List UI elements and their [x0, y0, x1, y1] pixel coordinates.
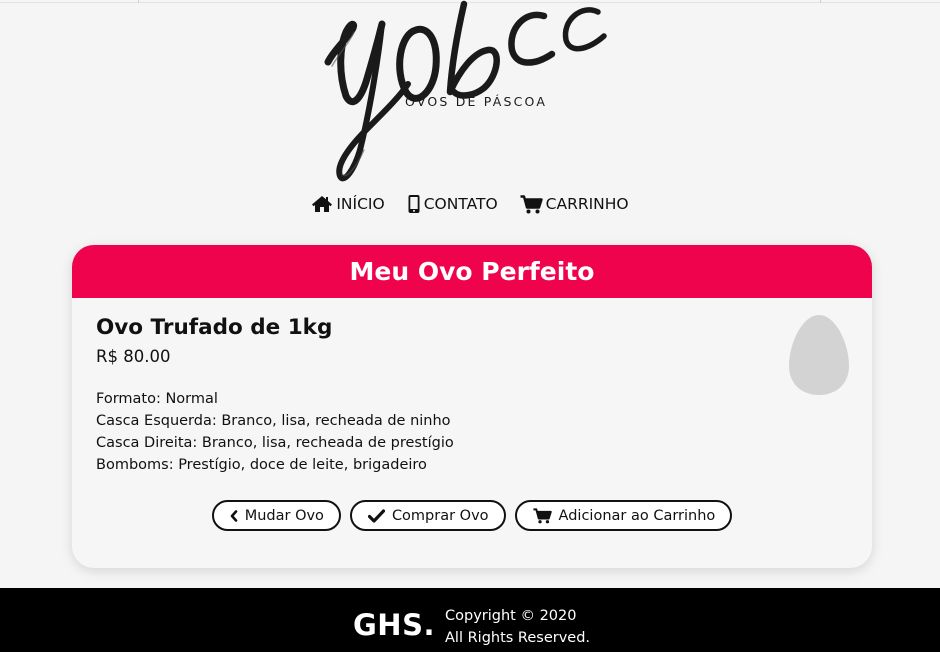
top-border-tick — [138, 0, 139, 3]
buy-egg-label: Comprar Ovo — [391, 507, 489, 524]
spec-bonbons: Bomboms: Prestígio, doce de leite, briga… — [96, 457, 427, 473]
home-icon — [312, 196, 333, 212]
cart-icon — [520, 194, 543, 213]
product-card: Meu Ovo Perfeito Ovo Trufado de 1kg R$ 8… — [72, 245, 872, 568]
main-nav: INÍCIO CONTATO CARRINHO — [0, 194, 940, 214]
add-to-cart-label: Adicionar ao Carrinho — [558, 507, 716, 524]
nav-item-contato[interactable]: CONTATO — [407, 194, 498, 214]
chevron-left-icon — [230, 509, 238, 522]
nav-item-inicio[interactable]: INÍCIO — [311, 194, 385, 214]
card-title: Meu Ovo Perfeito — [72, 245, 872, 298]
product-price: R$ 80.00 — [96, 347, 171, 366]
product-specs: Formato: Normal Casca Esquerda: Branco, … — [96, 388, 454, 476]
product-name: Ovo Trufado de 1kg — [96, 315, 333, 340]
nav-item-label: CONTATO — [423, 195, 498, 213]
buy-egg-button[interactable]: Comprar Ovo — [349, 500, 506, 531]
copyright-text: Copyright © 2020 — [445, 608, 577, 624]
cart-icon — [532, 507, 552, 523]
card-actions: Mudar Ovo Comprar Ovo Adicionar ao Carri… — [72, 500, 872, 531]
change-egg-label: Mudar Ovo — [244, 507, 324, 524]
change-egg-button[interactable]: Mudar Ovo — [211, 500, 341, 531]
check-icon — [367, 508, 385, 523]
nav-item-label: INÍCIO — [336, 195, 385, 213]
add-to-cart-button[interactable]: Adicionar ao Carrinho — [514, 500, 733, 531]
top-border-tick — [820, 0, 821, 3]
footer: GHS. Copyright © 2020 All Rights Reserve… — [0, 588, 940, 652]
spec-right-shell: Casca Direita: Branco, lisa, recheada de… — [96, 435, 454, 451]
smartphone-icon — [408, 195, 420, 213]
egg-preview-image — [789, 315, 849, 395]
brand-tagline: OVOS DE PÁSCOA — [405, 94, 548, 109]
footer-logo[interactable]: GHS. — [353, 608, 435, 642]
spec-format: Formato: Normal — [96, 391, 218, 407]
spec-left-shell: Casca Esquerda: Branco, lisa, recheada d… — [96, 413, 451, 429]
nav-item-label: CARRINHO — [545, 195, 629, 213]
footer-copyright: Copyright © 2020 All Rights Reserved. — [445, 605, 590, 649]
rights-text: All Rights Reserved. — [445, 630, 591, 646]
nav-item-carrinho[interactable]: CARRINHO — [520, 194, 629, 214]
